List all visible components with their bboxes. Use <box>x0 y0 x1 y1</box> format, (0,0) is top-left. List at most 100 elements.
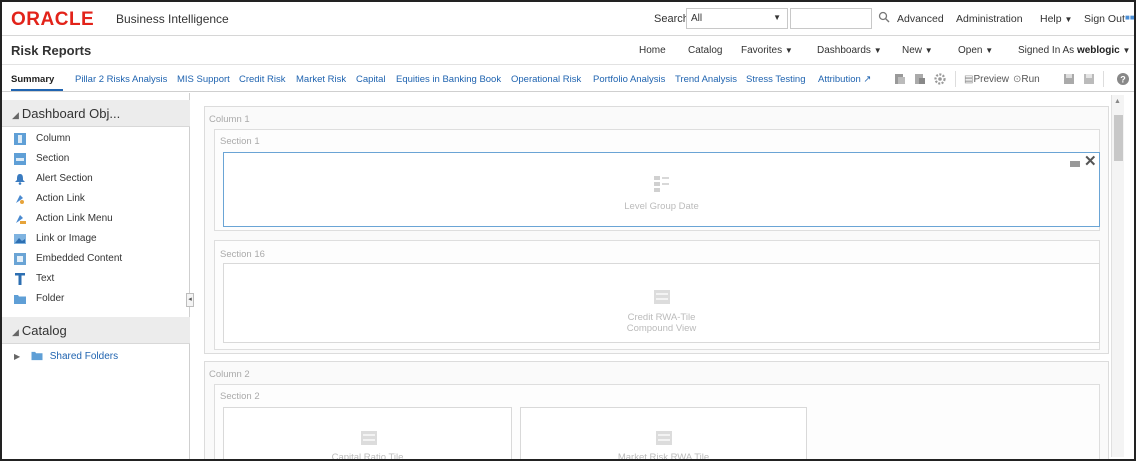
compound-view-icon <box>656 431 672 445</box>
advanced-link[interactable]: Advanced <box>897 13 944 25</box>
user-name: weblogic <box>1076 45 1120 56</box>
open-label: Open <box>958 45 983 56</box>
tab-summary[interactable]: Summary <box>11 74 54 85</box>
expand-triangle-icon: ▶ <box>14 352 21 361</box>
new-menu[interactable]: New ▼ <box>902 45 933 56</box>
panel-collapse-handle[interactable]: ◂ <box>186 293 194 307</box>
column-2-label: Column 2 <box>209 369 250 380</box>
section-2[interactable]: Section 2 Capital Ratio Tile Market Risk… <box>214 384 1100 461</box>
dashboards-label: Dashboards <box>817 45 871 56</box>
section-icon <box>14 153 26 165</box>
column-icon <box>14 133 26 145</box>
search-scope-select[interactable]: All ▼ <box>686 8 788 29</box>
product-name: Business Intelligence <box>116 12 229 26</box>
market-risk-rwa-tile-view[interactable]: Market Risk RWA Tile <box>520 407 807 461</box>
level-group-date-label: Level Group Date <box>624 201 699 212</box>
preview-label: Preview <box>973 74 1010 85</box>
catalog-title: Catalog <box>21 323 67 338</box>
prompt-icon <box>654 176 669 192</box>
action-link-menu-icon <box>16 215 26 224</box>
open-menu[interactable]: Open ▼ <box>958 45 993 56</box>
oracle-logo: ORACLE <box>11 9 95 30</box>
signed-in-label: Signed In As <box>1018 45 1075 56</box>
scroll-up-icon[interactable]: ▲ <box>1114 98 1121 105</box>
chevron-down-icon: ▼ <box>784 46 793 55</box>
tab-stress-testing[interactable]: Stress Testing <box>746 74 806 85</box>
tab-equities-in-banking-book[interactable]: Equities in Banking Book <box>396 74 501 85</box>
column-1[interactable]: Column 1 Section 1 ✕ Level Group Date Se… <box>204 106 1109 354</box>
dashboards-menu[interactable]: Dashboards ▼ <box>817 45 882 56</box>
save-as-icon[interactable] <box>1082 72 1096 86</box>
section-1[interactable]: Section 1 ✕ Level Group Date <box>214 129 1100 231</box>
svg-text:?: ? <box>1120 75 1126 85</box>
search-input[interactable] <box>790 8 872 29</box>
tab-mis-support[interactable]: MIS Support <box>177 74 230 85</box>
search-label: Search <box>654 13 689 25</box>
active-tab-underline <box>11 89 63 91</box>
action-link-icon <box>16 195 24 204</box>
tab-pillar-2-risks-analysis[interactable]: Pillar 2 Risks Analysis <box>75 74 167 85</box>
close-icon[interactable]: ✕ <box>1084 152 1097 170</box>
tree-item-shared-folders[interactable]: ▶ Shared Folders <box>14 350 118 362</box>
catalog-link[interactable]: Catalog <box>688 45 722 56</box>
signed-in-menu[interactable]: Signed In As weblogic ▼ <box>1018 45 1130 56</box>
tab-credit-risk[interactable]: Credit Risk <box>239 74 285 85</box>
administration-link[interactable]: Administration <box>956 13 1023 25</box>
run-label: Run <box>1021 74 1040 85</box>
object-section-label: Section <box>36 153 70 164</box>
favorites-menu[interactable]: Favorites ▼ <box>741 45 793 56</box>
chevron-down-icon: ▼ <box>773 13 781 22</box>
favorites-label: Favorites <box>741 45 783 56</box>
run-button[interactable]: ⊙Run <box>1013 74 1040 85</box>
app-window: ORACLE Business Intelligence Search All … <box>0 0 1136 461</box>
section-16-label: Section 16 <box>220 249 265 260</box>
chevron-down-icon: ▼ <box>1064 15 1073 24</box>
dashboard-tabs: Summary Pillar 2 Risks Analysis MIS Supp… <box>2 64 1134 92</box>
image-icon <box>14 234 26 244</box>
chevron-down-icon: ▼ <box>873 46 882 55</box>
column-1-label: Column 1 <box>209 114 250 125</box>
properties-icon[interactable] <box>1070 161 1080 167</box>
dashboard-objects-title: Dashboard Obj... <box>21 106 121 121</box>
object-column-label: Column <box>36 133 71 144</box>
preview-button[interactable]: ▤Preview <box>964 74 1009 85</box>
print-icon[interactable] <box>893 72 907 86</box>
save-icon[interactable] <box>1062 72 1076 86</box>
tab-operational-risk[interactable]: Operational Risk <box>511 74 581 85</box>
object-link-or-image-label: Link or Image <box>36 233 97 244</box>
help-menu[interactable]: Help ▼ <box>1040 13 1072 25</box>
compound-view-icon <box>361 431 377 445</box>
object-embedded-content-label: Embedded Content <box>36 253 123 264</box>
tab-attribution[interactable]: Attribution ↗ <box>818 74 871 85</box>
column-2[interactable]: Column 2 Section 2 Capital Ratio Tile Ma… <box>204 361 1109 461</box>
section-16[interactable]: Section 16 Credit RWA-Tile Compound View <box>214 240 1100 350</box>
chevron-down-icon: ▼ <box>985 46 994 55</box>
home-link[interactable]: Home <box>639 45 666 56</box>
tab-market-risk[interactable]: Market Risk <box>296 74 346 85</box>
search-icon[interactable] <box>878 11 890 23</box>
help-icon[interactable]: ? <box>1116 72 1130 86</box>
tab-capital[interactable]: Capital <box>356 74 386 85</box>
folder-icon <box>31 351 43 361</box>
tab-portfolio-analysis[interactable]: Portfolio Analysis <box>593 74 665 85</box>
export-icon[interactable] <box>913 72 927 86</box>
scroll-thumb[interactable] <box>1114 115 1123 161</box>
shared-folders-label: Shared Folders <box>49 351 119 362</box>
gear-icon[interactable] <box>933 72 947 86</box>
tab-trend-analysis[interactable]: Trend Analysis <box>675 74 737 85</box>
object-action-link-label: Action Link <box>36 193 85 204</box>
capital-ratio-tile-view[interactable]: Capital Ratio Tile <box>223 407 512 459</box>
new-label: New <box>902 45 923 56</box>
dashboard-objects-header[interactable]: ◢ Dashboard Obj... <box>2 100 190 127</box>
folder-icon <box>14 295 26 304</box>
collapse-triangle-icon: ◢ <box>12 327 19 337</box>
market-risk-rwa-tile-label: Market Risk RWA Tile <box>617 452 710 461</box>
level-group-date-view[interactable]: ✕ Level Group Date <box>223 152 1100 227</box>
vertical-scrollbar[interactable]: ▲ <box>1111 95 1124 457</box>
sign-out-link[interactable]: Sign Out <box>1084 13 1125 25</box>
credit-rwa-tile-view[interactable]: Credit RWA-Tile Compound View <box>223 263 1100 343</box>
compound-view-label: Compound View <box>626 323 697 334</box>
search-scope-value: All <box>691 13 703 24</box>
title-bar: Risk Reports Home Catalog Favorites ▼ Da… <box>2 37 1134 64</box>
catalog-header[interactable]: ◢ Catalog <box>2 317 190 344</box>
